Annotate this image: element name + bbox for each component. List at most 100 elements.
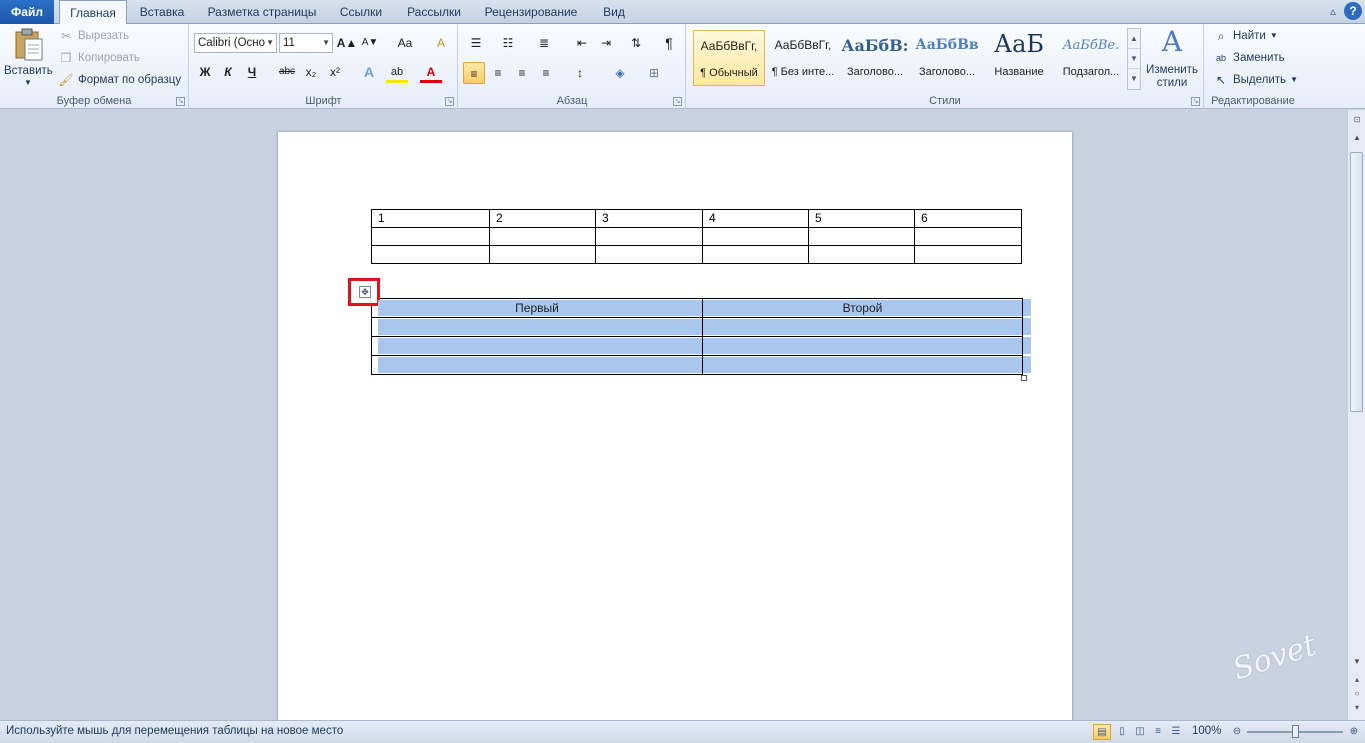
styles-launcher-icon[interactable]: ↘ [1191, 97, 1200, 106]
format-painter-button[interactable]: 🖌 Формат по образцу [58, 70, 181, 90]
decrease-indent-icon[interactable]: ⇤ [571, 32, 593, 54]
table-selected[interactable]: Первый Второй [371, 298, 1023, 375]
grow-font-button[interactable]: A▲ [336, 32, 358, 54]
pilcrow-icon[interactable]: ¶ [658, 32, 680, 54]
style-title[interactable]: АаБ Название [983, 30, 1055, 86]
table-cell[interactable] [702, 355, 1023, 375]
table-header-cell[interactable]: Первый [371, 298, 703, 318]
table-cell[interactable] [702, 227, 809, 246]
full-screen-reading-icon[interactable]: ▯ [1113, 724, 1131, 740]
paragraph-launcher-icon[interactable]: ↘ [673, 97, 682, 106]
sort-icon[interactable]: ⇅ [625, 32, 647, 54]
scroll-down-icon[interactable]: ▼ [1128, 49, 1140, 69]
font-size-select[interactable]: 11 ▼ [279, 33, 333, 53]
tab-file[interactable]: Файл [0, 0, 54, 24]
style-normal[interactable]: АаБбВвГг, ¶ Обычный [693, 30, 765, 86]
tab-insert[interactable]: Вставка [130, 0, 194, 24]
superscript-button[interactable]: x² [324, 61, 346, 83]
shading-icon[interactable]: ◈ [609, 62, 631, 84]
replace-button[interactable]: ab Заменить [1213, 48, 1285, 68]
scroll-up-icon[interactable]: ▲ [1128, 29, 1140, 49]
style-heading-2[interactable]: АаБбВв Заголово... [911, 30, 983, 86]
table-cell[interactable] [702, 317, 1023, 337]
clipboard-launcher-icon[interactable]: ↘ [176, 97, 185, 106]
increase-indent-icon[interactable]: ⇥ [595, 32, 617, 54]
table-cell[interactable] [808, 245, 915, 264]
vertical-scrollbar[interactable]: ⊡ ▲ ▼ ▴ ○ ▾ [1347, 110, 1365, 720]
table-numbers[interactable]: 1 2 3 4 5 6 [371, 209, 1022, 264]
text-effects-button[interactable]: A [358, 61, 380, 83]
table-cell[interactable] [371, 336, 703, 356]
paste-button[interactable]: Вставить ▼ [4, 26, 53, 92]
table-cell[interactable]: 4 [702, 209, 809, 228]
table-cell[interactable]: 5 [808, 209, 915, 228]
scroll-up-icon[interactable]: ▲ [1349, 130, 1365, 146]
zoom-slider-knob[interactable] [1292, 725, 1299, 738]
table-cell[interactable] [702, 336, 1023, 356]
table-cell[interactable] [702, 245, 809, 264]
table-cell[interactable] [595, 245, 703, 264]
ruler-toggle-icon[interactable]: ⊡ [1349, 112, 1365, 128]
minimize-ribbon-icon[interactable]: ▵ [1325, 3, 1341, 19]
clear-format-icon[interactable]: A [430, 32, 452, 54]
table-cell[interactable]: 1 [371, 209, 490, 228]
outline-icon[interactable]: ≡ [1149, 724, 1167, 740]
subscript-button[interactable]: x₂ [300, 61, 322, 83]
zoom-out-icon[interactable]: ⊖ [1228, 724, 1246, 740]
table-cell[interactable] [595, 227, 703, 246]
font-color-button[interactable]: A [420, 61, 442, 83]
print-layout-icon[interactable]: ▤ [1093, 724, 1111, 740]
change-styles-button[interactable]: A Изменить стили [1143, 26, 1201, 92]
strikethrough-button[interactable]: abc [276, 61, 298, 83]
select-button[interactable]: ↖ Выделить ▼ [1213, 70, 1298, 90]
borders-icon[interactable]: ⊞ [643, 62, 665, 84]
font-launcher-icon[interactable]: ↘ [445, 97, 454, 106]
zoom-in-icon[interactable]: ⊕ [1345, 724, 1363, 740]
tab-review[interactable]: Рецензирование [475, 0, 587, 24]
table-cell[interactable] [371, 317, 703, 337]
table-cell[interactable] [489, 227, 596, 246]
underline-button[interactable]: Ч [241, 61, 263, 83]
more-icon[interactable]: ▼ [1128, 69, 1140, 89]
align-right-icon[interactable]: ≡ [511, 62, 533, 84]
table-resize-handle[interactable] [1021, 375, 1027, 381]
table-cell[interactable] [371, 227, 490, 246]
italic-button[interactable]: К [217, 61, 239, 83]
cut-button[interactable]: ✂ Вырезать [58, 26, 129, 46]
tab-home[interactable]: Главная [59, 0, 127, 25]
table-cell[interactable] [371, 355, 703, 375]
web-layout-icon[interactable]: ◫ [1131, 724, 1149, 740]
document-page[interactable]: 1 2 3 4 5 6 ✥ Первый Второй [278, 132, 1072, 732]
table-cell[interactable]: 3 [595, 209, 703, 228]
style-no-spacing[interactable]: АаБбВвГг, ¶ Без инте... [767, 30, 839, 86]
copy-button[interactable]: ❐ Копировать [58, 48, 140, 68]
table-cell[interactable] [808, 227, 915, 246]
align-left-icon[interactable]: ≡ [463, 62, 485, 84]
line-spacing-icon[interactable]: ↕ [569, 62, 591, 84]
change-case-button[interactable]: Aa [390, 32, 420, 54]
highlight-button[interactable]: ab [386, 61, 408, 83]
style-heading-1[interactable]: АаБбВ: Заголово... [839, 30, 911, 86]
tab-view[interactable]: Вид [592, 0, 636, 24]
table-cell[interactable] [489, 245, 596, 264]
zoom-slider[interactable] [1247, 725, 1343, 738]
scroll-down-icon[interactable]: ▼ [1349, 654, 1365, 670]
styles-gallery-scroll[interactable]: ▲ ▼ ▼ [1127, 28, 1141, 90]
paste-dropdown-icon[interactable]: ▼ [4, 78, 52, 87]
style-subtitle[interactable]: АаБбВе. Подзагол... [1055, 30, 1127, 86]
tab-references[interactable]: Ссылки [330, 0, 392, 24]
tab-mailings[interactable]: Рассылки [398, 0, 470, 24]
table-cell[interactable]: 2 [489, 209, 596, 228]
multilevel-list-icon[interactable]: ≣ [533, 32, 555, 54]
draft-icon[interactable]: ☰ [1167, 724, 1185, 740]
help-icon[interactable]: ? [1344, 2, 1362, 20]
tab-page-layout[interactable]: Разметка страницы [198, 0, 326, 24]
bullets-icon[interactable]: ☰ [465, 32, 487, 54]
table-header-cell[interactable]: Второй [702, 298, 1023, 318]
find-button[interactable]: ⌕ Найти ▼ [1213, 26, 1278, 46]
table-cell[interactable]: 6 [914, 209, 1022, 228]
shrink-font-button[interactable]: A▼ [359, 32, 381, 54]
scrollbar-thumb[interactable] [1350, 152, 1363, 412]
numbering-icon[interactable]: ☷ [497, 32, 519, 54]
bold-button[interactable]: Ж [194, 61, 216, 83]
